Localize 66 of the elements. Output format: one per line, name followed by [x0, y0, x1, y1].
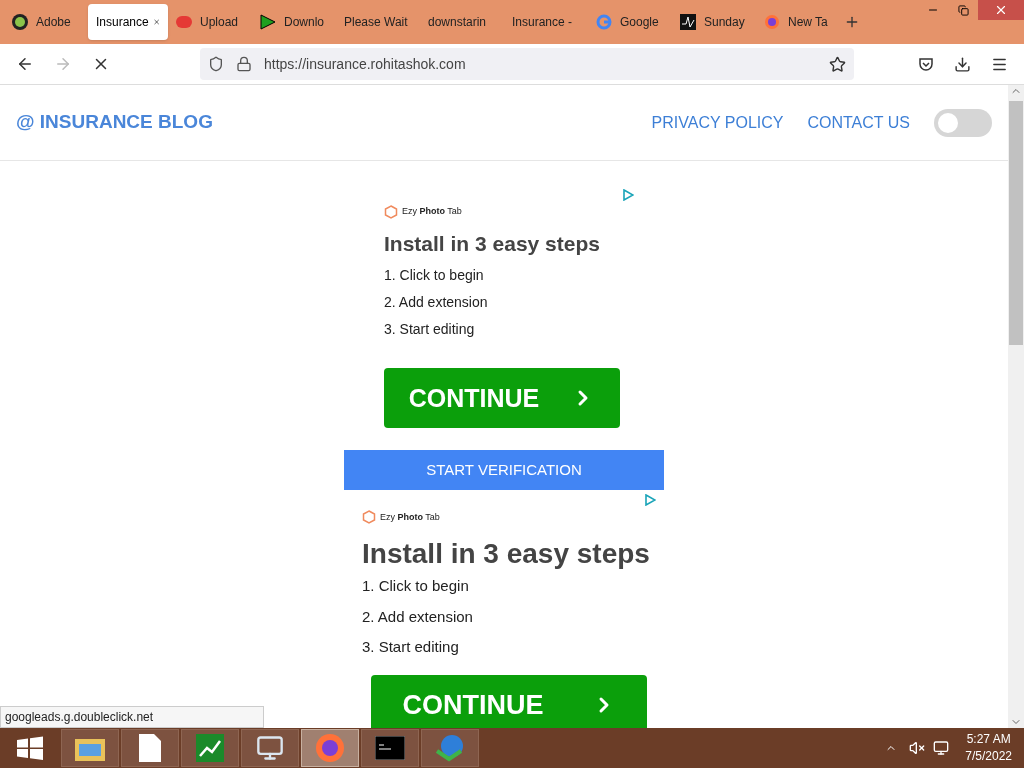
theme-toggle[interactable] [934, 108, 992, 137]
status-tooltip: googleads.g.doubleclick.net [0, 706, 264, 728]
chart-icon [196, 734, 224, 762]
step-text: 2. Add extension [362, 606, 474, 627]
taskbar-app[interactable] [121, 729, 179, 767]
shield-icon [208, 56, 224, 72]
g-logo-icon [596, 14, 612, 30]
browser-tab[interactable]: Downlo [252, 4, 336, 40]
circle-logo-icon [12, 14, 28, 30]
pulse-logo-icon [680, 14, 696, 30]
taskbar-app[interactable] [241, 729, 299, 767]
terminal-icon [375, 736, 405, 760]
site-logo[interactable]: @ INSURANCE BLOG [16, 108, 213, 137]
step-text: 2. Add extension [384, 293, 489, 313]
network-icon[interactable] [933, 740, 950, 756]
clock-time: 5:27 AM [966, 731, 1011, 748]
step-text: 3. Start editing [384, 320, 476, 340]
blank-file-icon [139, 734, 161, 762]
clock-date: 7/5/2022 [965, 748, 1012, 765]
taskbar-app[interactable] [61, 729, 119, 767]
nav-link[interactable]: PRIVACY POLICY [651, 110, 784, 135]
hexagon-logo-icon [384, 205, 398, 219]
address-bar[interactable]: https://insurance.rohitashok.com [200, 48, 854, 80]
play-arrow-icon [260, 14, 276, 30]
browser-tab[interactable]: Sunday [672, 4, 756, 40]
brand-name: Ezy Photo Tab [380, 510, 440, 524]
firefox-icon [315, 733, 345, 763]
browser-tab[interactable]: Upload [168, 4, 252, 40]
continue-button[interactable]: CONTINUE [371, 674, 647, 728]
back-icon[interactable] [16, 55, 34, 73]
new-tab-icon[interactable] [844, 14, 860, 30]
lock-icon [236, 56, 252, 72]
brand-name: Ezy Photo Tab [402, 205, 462, 219]
scrollbar[interactable] [1008, 85, 1024, 728]
globe-download-icon [435, 733, 465, 763]
step-text: 3. Start editing [362, 637, 460, 658]
muted-speaker-icon[interactable] [909, 740, 926, 756]
rounded-logo-icon [176, 16, 192, 28]
taskbar-app[interactable] [181, 729, 239, 767]
hexagon-logo-icon [362, 510, 376, 525]
taskbar-app[interactable] [361, 729, 419, 767]
firefox-icon [764, 14, 780, 30]
browser-tab[interactable]: New Ta [756, 4, 840, 40]
download-icon[interactable] [954, 55, 971, 73]
ad-choices-icon[interactable] [622, 189, 634, 201]
browser-tab[interactable]: Adobe [4, 4, 88, 40]
nav-link[interactable]: CONTACT US [807, 110, 910, 135]
start-verification-button[interactable]: START VERIFICATION [344, 450, 664, 491]
restore-icon [957, 4, 969, 16]
ad-heading: Install in 3 easy steps [362, 537, 651, 572]
browser-tab[interactable]: Insurance [88, 4, 168, 40]
browser-tab[interactable]: Insurance - [504, 4, 588, 40]
bookmark-star-icon[interactable] [829, 55, 846, 73]
browser-tab[interactable]: Please Wait [336, 4, 420, 40]
ad-choices-icon[interactable] [644, 494, 656, 507]
ad-heading: Install in 3 easy steps [384, 231, 601, 257]
continue-button[interactable]: CONTINUE [384, 368, 620, 429]
pocket-icon[interactable] [918, 56, 934, 72]
taskbar-app[interactable] [301, 729, 359, 767]
monitor-icon [256, 734, 284, 762]
browser-tab[interactable]: Google [588, 4, 672, 40]
step-text: 1. Click to begin [384, 266, 485, 286]
step-text: 1. Click to begin [362, 576, 470, 597]
url-text: https://insurance.rohitashok.com [264, 54, 467, 74]
close-icon [994, 3, 1008, 17]
browser-tab[interactable]: downstarin [420, 4, 504, 40]
